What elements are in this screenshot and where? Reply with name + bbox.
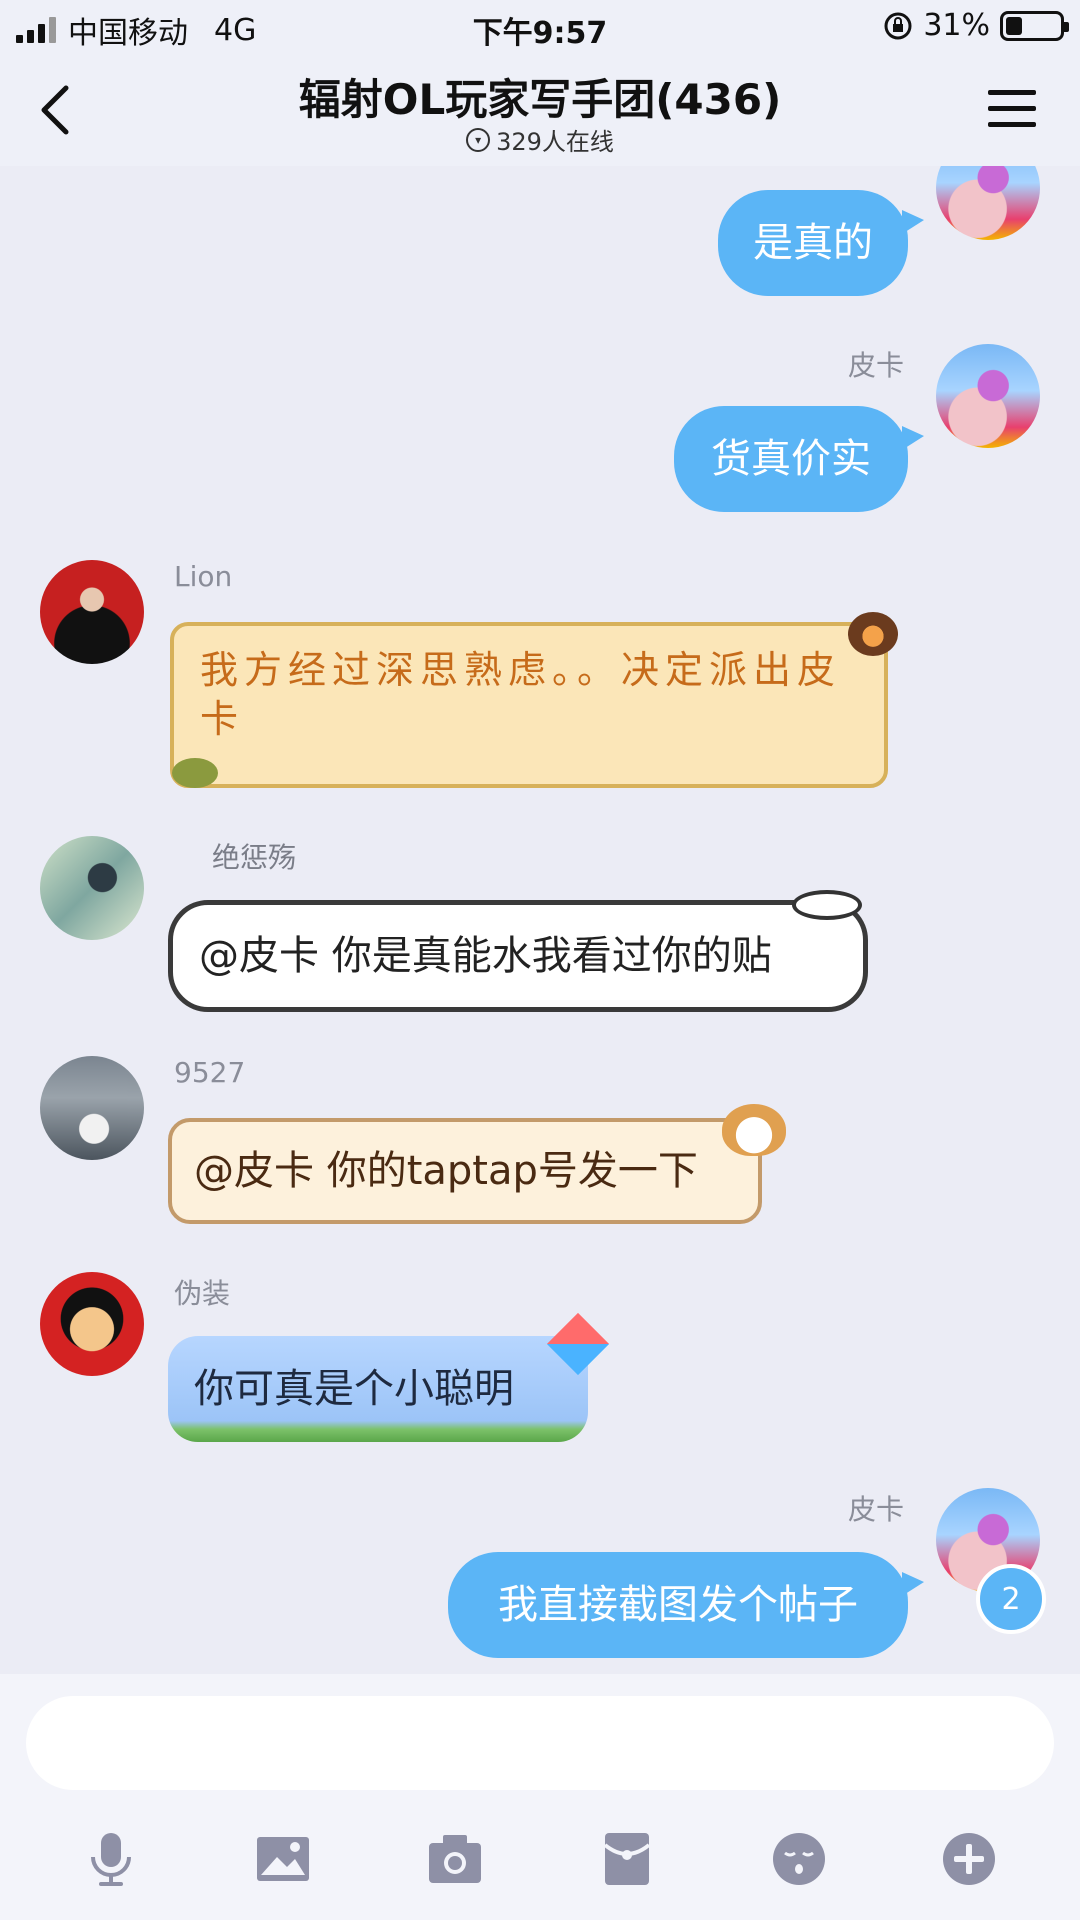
avatar[interactable] xyxy=(40,1056,144,1160)
battery-percent: 31% xyxy=(923,8,990,43)
emoji-button[interactable] xyxy=(764,1824,834,1894)
bubble-decoration-icon xyxy=(848,612,898,656)
avatar[interactable] xyxy=(40,836,144,940)
chat-header: 辐射OL玩家写手团(436) ▾ 329人在线 xyxy=(0,56,1080,166)
message-input[interactable] xyxy=(26,1696,1054,1790)
message-text: 我直接截图发个帖子 xyxy=(498,1582,858,1628)
rotation-lock-icon xyxy=(884,12,912,39)
message-text: 是真的 xyxy=(753,220,873,266)
message-bubble[interactable]: 你可真是个小聪明 xyxy=(168,1336,588,1442)
unread-count-badge[interactable]: 2 xyxy=(976,1564,1046,1634)
message-list[interactable]: 是真的 皮卡 货真价实 Lion 我方经过深思熟虑。。决定派出皮卡 绝惩殇 @皮… xyxy=(0,166,1080,1674)
status-right: 31% xyxy=(883,8,1069,43)
bubble-decoration-icon xyxy=(792,890,862,920)
input-toolbar xyxy=(0,1824,1080,1904)
avatar[interactable] xyxy=(936,344,1040,448)
message-bubble[interactable]: 我方经过深思熟虑。。决定派出皮卡 xyxy=(170,622,888,788)
image-button[interactable] xyxy=(248,1824,318,1894)
group-title[interactable]: 辐射OL玩家写手团(436) xyxy=(0,66,1080,127)
more-button[interactable] xyxy=(934,1824,1004,1894)
chevron-down-circle-icon: ▾ xyxy=(466,127,491,152)
sender-name: 皮卡 xyxy=(847,1493,904,1526)
status-bar: 中国移动 4G 下午9:57 31% xyxy=(0,0,1080,56)
sender-name: Lion xyxy=(174,560,233,593)
message-text: @皮卡 你是真能水我看过你的贴 xyxy=(199,933,772,979)
plus-icon xyxy=(943,1833,995,1885)
battery-icon xyxy=(1000,10,1069,41)
message-text: 我方经过深思熟虑。。决定派出皮卡 xyxy=(200,648,842,742)
sender-name: 皮卡 xyxy=(847,349,904,382)
mic-icon xyxy=(91,1833,131,1886)
emoji-icon xyxy=(773,1833,825,1885)
bubble-decoration-icon xyxy=(172,758,218,788)
hamburger-menu-icon xyxy=(988,90,1036,127)
menu-button[interactable] xyxy=(984,84,1040,134)
message-bubble[interactable]: 是真的 xyxy=(718,190,924,296)
message-text: 你可真是个小聪明 xyxy=(194,1366,514,1412)
camera-icon xyxy=(429,1835,481,1883)
red-packet-icon xyxy=(603,1833,651,1885)
battery-fill xyxy=(1006,16,1023,35)
avatar[interactable] xyxy=(40,560,144,664)
input-area xyxy=(0,1674,1080,1920)
avatar[interactable] xyxy=(40,1272,144,1376)
voice-button[interactable] xyxy=(76,1824,146,1894)
online-count: 329人在线 xyxy=(496,128,614,156)
message-bubble[interactable]: @皮卡 你是真能水我看过你的贴 xyxy=(168,900,868,1012)
sender-name: 伪装 xyxy=(174,1277,231,1310)
sender-name: 9527 xyxy=(174,1056,246,1089)
camera-button[interactable] xyxy=(420,1824,490,1894)
online-status: ▾ 329人在线 xyxy=(0,122,1080,157)
message-bubble[interactable]: 我直接截图发个帖子 xyxy=(448,1552,924,1658)
image-icon xyxy=(257,1837,309,1881)
message-text: 货真价实 xyxy=(711,436,871,482)
avatar[interactable] xyxy=(936,166,1040,240)
message-text: @皮卡 你的taptap号发一下 xyxy=(194,1148,698,1194)
sender-name: 绝惩殇 xyxy=(212,841,297,874)
message-bubble[interactable]: @皮卡 你的taptap号发一下 xyxy=(168,1118,762,1224)
cat-decoration-icon xyxy=(722,1104,786,1156)
red-packet-button[interactable] xyxy=(592,1824,662,1894)
message-bubble[interactable]: 货真价实 xyxy=(674,406,924,512)
